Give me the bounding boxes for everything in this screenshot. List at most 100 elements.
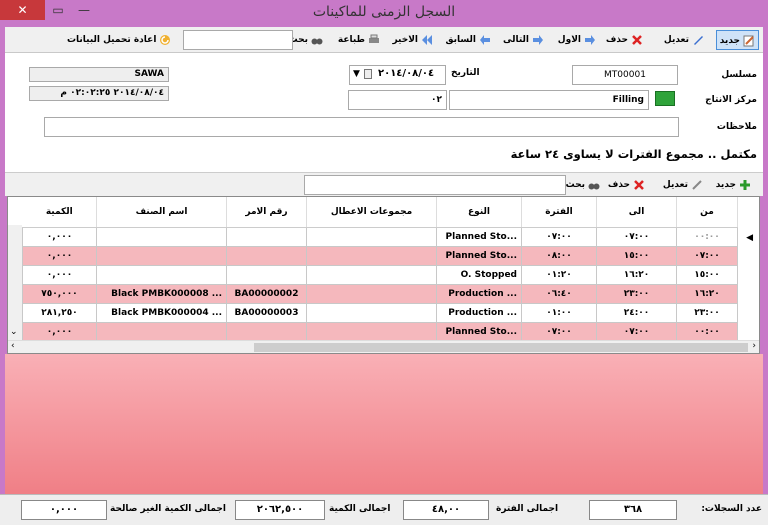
- cell-order[interactable]: [226, 227, 307, 247]
- cell-to[interactable]: ١٥:٠٠: [596, 246, 677, 266]
- print-button[interactable]: طباعة: [338, 30, 380, 50]
- table-row[interactable]: ٠,٠٠٠ Planned Sto... ٠٧:٠٠ ٠٧:٠٠ ٠٠:٠٠: [22, 227, 738, 247]
- cell-qty[interactable]: ٠,٠٠٠: [22, 322, 97, 342]
- cell-from[interactable]: ١٦:٢٠: [676, 284, 738, 304]
- qty-total-value: ٢٠٦٢,٥٠٠: [235, 500, 325, 520]
- edit-button[interactable]: تعديل: [664, 30, 704, 50]
- check-icon[interactable]: [655, 91, 675, 106]
- cell-period[interactable]: ٠٧:٠٠: [521, 322, 597, 342]
- new-button[interactable]: جديد: [715, 30, 759, 50]
- cell-item[interactable]: Black PMBK000004 ...: [96, 303, 227, 323]
- search-button[interactable]: بحث: [289, 30, 323, 50]
- table-row[interactable]: ٠,٠٠٠ O. Stopped ٠١:٢٠ ١٦:٢٠ ١٥:٠٠: [22, 265, 738, 285]
- table-row[interactable]: ٠,٠٠٠ Planned Sto... ٠٨:٠٠ ١٥:٠٠ ٠٧:٠٠: [22, 246, 738, 266]
- col-header-qty[interactable]: الكمية: [22, 197, 97, 228]
- first-label: الاول: [557, 35, 581, 45]
- cell-faults[interactable]: [306, 265, 437, 285]
- cell-type[interactable]: Planned Sto...: [436, 246, 522, 266]
- cell-to[interactable]: ١٦:٢٠: [596, 265, 677, 285]
- cell-qty[interactable]: ٠,٠٠٠: [22, 227, 97, 247]
- grid-new-button[interactable]: جديد: [716, 175, 751, 195]
- center-code-field[interactable]: [348, 90, 447, 110]
- cell-item[interactable]: Black PMBK000008 ...: [96, 284, 227, 304]
- reload-button[interactable]: اعادة تحميل البيانات: [67, 30, 171, 50]
- cell-order[interactable]: [226, 322, 307, 342]
- cell-period[interactable]: ٠١:٠٠: [521, 303, 597, 323]
- cell-type[interactable]: Planned Sto...: [436, 227, 522, 247]
- scroll-thumb[interactable]: [254, 343, 748, 352]
- center-name-field[interactable]: [449, 90, 649, 110]
- col-header-faults[interactable]: مجموعات الاعطال: [306, 197, 437, 228]
- pencil-icon: [691, 179, 703, 191]
- cell-type[interactable]: Planned Sto...: [436, 322, 522, 342]
- refresh-icon: [159, 34, 171, 46]
- notes-field[interactable]: [44, 117, 679, 137]
- cell-faults[interactable]: [306, 284, 437, 304]
- cell-to[interactable]: ٠٧:٠٠: [596, 322, 677, 342]
- col-header-to[interactable]: الى: [596, 197, 677, 228]
- cell-period[interactable]: ٠١:٢٠: [521, 265, 597, 285]
- cell-from[interactable]: ٠٧:٠٠: [676, 246, 738, 266]
- cell-qty[interactable]: ٠,٠٠٠: [22, 246, 97, 266]
- table-row[interactable]: ٧٥٠,٠٠٠ Black PMBK000008 ... BA00000002 …: [22, 284, 738, 304]
- delete-x-icon: [631, 34, 643, 46]
- grid-search-input[interactable]: [304, 175, 566, 195]
- scroll-right-icon[interactable]: ›: [752, 341, 756, 351]
- serial-field[interactable]: [572, 65, 678, 85]
- scroll-left-icon[interactable]: ‹: [11, 341, 15, 351]
- close-button[interactable]: ✕: [0, 0, 45, 20]
- cell-order[interactable]: [226, 246, 307, 266]
- cell-faults[interactable]: [306, 303, 437, 323]
- table-row[interactable]: ٠,٠٠٠ Planned Sto... ٠٧:٠٠ ٠٧:٠٠ ٠٠:٠٠: [22, 322, 738, 342]
- cell-faults[interactable]: [306, 227, 437, 247]
- cell-type[interactable]: O. Stopped: [436, 265, 522, 285]
- grid-search-button[interactable]: بحث: [566, 175, 600, 195]
- last-button[interactable]: الاخير: [392, 30, 433, 50]
- cell-from[interactable]: ٠٠:٠٠: [676, 227, 738, 247]
- first-button[interactable]: الاول: [558, 30, 596, 50]
- cell-item[interactable]: [96, 227, 227, 247]
- chevron-down-icon[interactable]: ⌄: [10, 327, 18, 337]
- cell-order[interactable]: [226, 265, 307, 285]
- cell-qty[interactable]: ٢٨١,٢٥٠: [22, 303, 97, 323]
- col-header-type[interactable]: النوع: [436, 197, 522, 228]
- cell-period[interactable]: ٠٧:٠٠: [521, 227, 597, 247]
- delete-button[interactable]: حذف: [606, 30, 643, 50]
- cell-period[interactable]: ٠٨:٠٠: [521, 246, 597, 266]
- cell-item[interactable]: [96, 265, 227, 285]
- pencil-icon: [692, 34, 704, 46]
- cell-type[interactable]: Production ...: [436, 303, 522, 323]
- grid-delete-button[interactable]: حذف: [608, 175, 645, 195]
- cell-qty[interactable]: ٧٥٠,٠٠٠: [22, 284, 97, 304]
- prev-button[interactable]: السابق: [446, 30, 492, 50]
- cell-to[interactable]: ٠٧:٠٠: [596, 227, 677, 247]
- cell-from[interactable]: ١٥:٠٠: [676, 265, 738, 285]
- col-header-period[interactable]: الفترة: [521, 197, 597, 228]
- next-button[interactable]: التالى: [503, 30, 544, 50]
- date-picker[interactable]: ▼ ٢٠١٤/٠٨/٠٤: [349, 65, 446, 85]
- cell-order[interactable]: BA00000002: [226, 284, 307, 304]
- cell-qty[interactable]: ٠,٠٠٠: [22, 265, 97, 285]
- cell-from[interactable]: ٠٠:٠٠: [676, 322, 738, 342]
- horizontal-scrollbar[interactable]: ‹ ›: [8, 340, 759, 353]
- cell-period[interactable]: ٠٦:٤٠: [521, 284, 597, 304]
- cell-item[interactable]: [96, 322, 227, 342]
- maximize-button[interactable]: ▭: [45, 0, 71, 20]
- table-row[interactable]: ٢٨١,٢٥٠ Black PMBK000004 ... BA00000003 …: [22, 303, 738, 323]
- vertical-scrollbar[interactable]: [8, 225, 22, 340]
- search-input[interactable]: [183, 30, 293, 50]
- minimize-button[interactable]: —: [71, 0, 97, 20]
- cell-from[interactable]: ٢٣:٠٠: [676, 303, 738, 323]
- cell-type[interactable]: Production ...: [436, 284, 522, 304]
- chevron-down-icon[interactable]: ▼: [353, 69, 360, 79]
- cell-faults[interactable]: [306, 246, 437, 266]
- cell-order[interactable]: BA00000003: [226, 303, 307, 323]
- cell-to[interactable]: ٢٣:٠٠: [596, 284, 677, 304]
- grid-edit-button[interactable]: تعديل: [663, 175, 703, 195]
- col-header-item[interactable]: اسم الصنف: [96, 197, 227, 228]
- cell-to[interactable]: ٢٤:٠٠: [596, 303, 677, 323]
- cell-item[interactable]: [96, 246, 227, 266]
- col-header-order[interactable]: رقم الامر: [226, 197, 307, 228]
- col-header-from[interactable]: من: [676, 197, 738, 228]
- cell-faults[interactable]: [306, 322, 437, 342]
